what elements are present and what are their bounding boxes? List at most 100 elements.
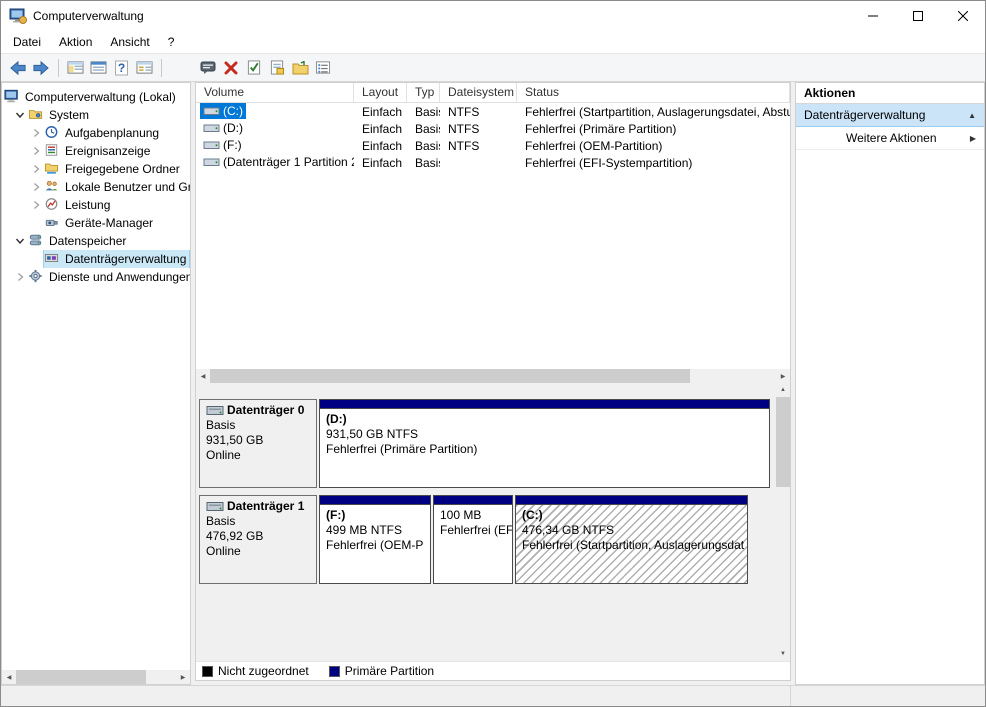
scroll-right-icon[interactable]: ▶ [776,369,790,383]
partition-size: 100 MB [440,508,482,522]
volume-icon [203,138,220,152]
console-tree-toggle-button[interactable] [64,57,86,79]
tree-item-freigegebene-ordner[interactable]: Freigegebene Ordner [2,160,190,178]
volume-layout: Einfach [362,121,403,136]
tree-item-computerverwaltung[interactable]: Computerverwaltung (Lokal) [2,88,190,106]
tree-item-aufgabenplanung[interactable]: Aufgabenplanung [2,124,190,142]
chevron-down-icon[interactable] [12,109,28,121]
scroll-right-icon[interactable]: ▶ [176,670,190,684]
tree-item-ereignisanzeige[interactable]: Ereignisanzeige [2,142,190,160]
column-header-volume[interactable]: Volume [196,83,354,102]
open-folder-button[interactable] [289,57,311,79]
partition-type-stripe [320,496,430,505]
tree-item-label: Leistung [65,198,111,212]
toolbar-separator [58,58,59,77]
volume-typ: Basis [415,155,440,170]
scroll-down-icon[interactable]: ▼ [776,647,790,661]
scroll-left-icon[interactable]: ◀ [2,670,16,684]
partition-f[interactable]: (F:) 499 MB NTFS Fehlerfrei (OEM-P [319,495,431,584]
app-icon [9,8,27,24]
action-menu-button[interactable] [197,57,219,79]
volume-list-empty-space [196,171,790,369]
primary-partition-color-swatch [328,665,340,677]
chevron-down-icon[interactable] [12,235,28,247]
chevron-right-icon[interactable] [12,271,28,283]
volume-layout: Einfach [362,104,403,119]
disk-name: Datenträger 1 [227,499,305,513]
task-scheduler-icon [44,125,62,141]
back-button[interactable] [7,57,29,79]
partition-efi[interactable]: 100 MB Fehlerfrei (EF [433,495,513,584]
partition-c-selected[interactable]: (C:) 476,34 GB NTFS Fehlerfrei (Startpar… [515,495,748,584]
disk-type: Basis [206,514,236,528]
volume-row-c[interactable]: (C:) Einfach Basis NTFS Fehlerfrei (Star… [196,102,790,120]
scrollbar-thumb[interactable] [776,397,790,487]
volume-typ: Basis [415,104,440,119]
disk-icon [206,500,225,513]
close-button[interactable] [940,2,985,31]
tree-horizontal-scrollbar[interactable]: ◀ ▶ [2,670,190,684]
partition-title: (C:) [522,508,543,522]
help-button[interactable]: ? [110,57,132,79]
partition-title: (F:) [326,508,346,522]
tree-item-label: Geräte-Manager [65,216,154,230]
submenu-expand-icon[interactable]: ▶ [970,134,976,143]
tree-item-datenspeicher[interactable]: Datenspeicher [2,232,190,250]
chevron-right-icon[interactable] [28,181,44,193]
chevron-right-icon[interactable] [28,199,44,211]
menu-hilfe[interactable]: ? [159,32,184,52]
set-active-partition-button[interactable] [243,57,265,79]
volume-row-d[interactable]: (D:) Einfach Basis NTFS Fehlerfrei (Prim… [196,120,790,137]
tree-item-datentraegerverwaltung[interactable]: Datenträgerverwaltung [2,250,190,268]
chevron-right-icon[interactable] [28,127,44,139]
toolbar-separator [161,58,162,77]
disk-management-pane: Volume Layout Typ Dateisystem Status (C:… [195,82,791,681]
disk-0-info[interactable]: Datenträger 0 Basis 931,50 GB Online [199,399,317,488]
tree-item-lokale-benutzer[interactable]: Lokale Benutzer und Gru [2,178,190,196]
scrollbar-thumb[interactable] [210,369,690,383]
chevron-right-icon[interactable] [28,163,44,175]
column-header-status[interactable]: Status [517,83,790,102]
scroll-up-icon[interactable]: ▲ [776,383,790,397]
change-drive-letter-button[interactable] [266,57,288,79]
column-header-layout[interactable]: Layout [354,83,407,102]
menu-aktion[interactable]: Aktion [50,32,101,52]
delete-volume-button[interactable] [220,57,242,79]
forward-button[interactable] [30,57,52,79]
volume-row-f[interactable]: (F:) Einfach Basis NTFS Fehlerfrei (OEM-… [196,137,790,154]
action-item-datentraegerverwaltung[interactable]: Datenträgerverwaltung ▲ [796,104,984,127]
maximize-button[interactable] [895,2,940,31]
scroll-left-icon[interactable]: ◀ [196,369,210,383]
services-icon [28,269,46,285]
partition-size: 476,34 GB NTFS [522,523,615,537]
action-item-weitere-aktionen[interactable]: Weitere Aktionen ▶ [796,127,984,150]
volume-typ: Basis [415,121,440,136]
actions-panel: Aktionen Datenträgerverwaltung ▲ Weitere… [795,82,985,685]
console-tree-panel: Computerverwaltung (Lokal) System Aufgab… [1,82,191,685]
action-label: Weitere Aktionen [846,131,937,145]
minimize-button[interactable] [850,2,895,31]
menu-bar: Datei Aktion Ansicht ? [1,31,985,53]
volume-list-horizontal-scrollbar[interactable]: ◀ ▶ [196,369,790,383]
scrollbar-thumb[interactable] [16,670,146,684]
tree-item-leistung[interactable]: Leistung [2,196,190,214]
volume-row-partition2[interactable]: (Datenträger 1 Partition 2) Einfach Basi… [196,154,790,171]
menu-datei[interactable]: Datei [4,32,50,52]
view-list-button[interactable] [312,57,334,79]
disk-1-info[interactable]: Datenträger 1 Basis 476,92 GB Online [199,495,317,584]
partition-type-stripe [320,400,769,409]
partition-d[interactable]: (D:) 931,50 GB NTFS Fehlerfrei (Primäre … [319,399,770,488]
status-bar [1,685,985,706]
tree-item-dienste-anwendungen[interactable]: Dienste und Anwendungen [2,268,190,286]
chevron-right-icon[interactable] [28,145,44,157]
column-header-dateisystem[interactable]: Dateisystem [440,83,517,102]
menu-ansicht[interactable]: Ansicht [101,32,158,52]
collapse-section-icon[interactable]: ▲ [968,111,976,120]
disk-size: 476,92 GB [206,529,264,543]
tree-item-geraete-manager[interactable]: Geräte-Manager [2,214,190,232]
export-list-button[interactable] [87,57,109,79]
graphic-view-vertical-scrollbar[interactable]: ▲ ▼ [776,383,790,661]
tree-item-system[interactable]: System [2,106,190,124]
properties-button[interactable] [133,57,155,79]
column-header-typ[interactable]: Typ [407,83,440,102]
